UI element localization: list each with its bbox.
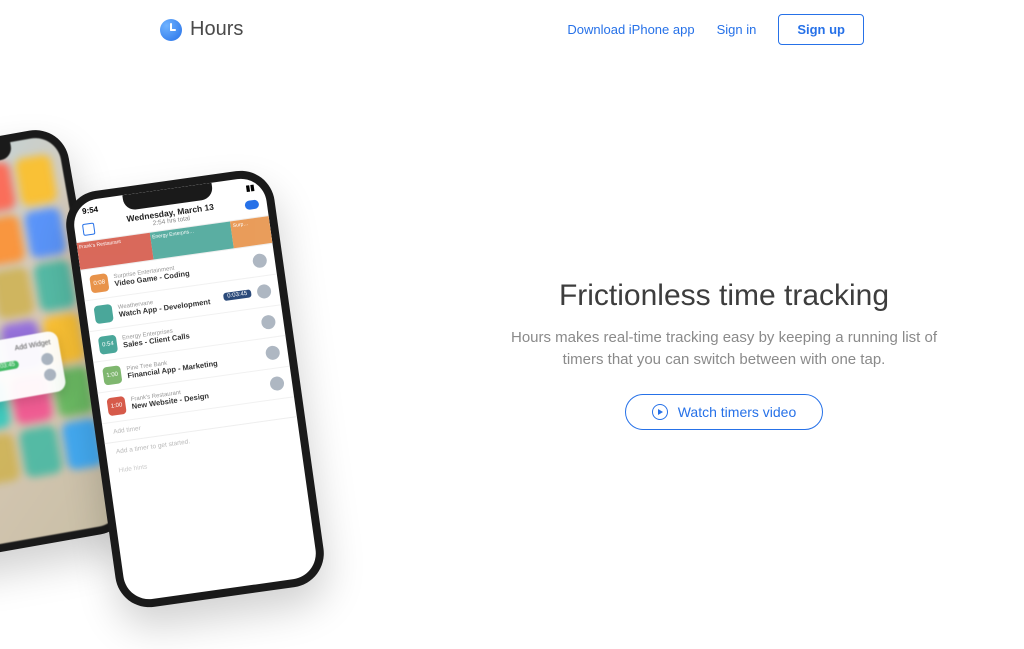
hero-copy: Frictionless time tracking Hours makes r… xyxy=(504,279,944,430)
hours-clock-icon xyxy=(160,19,182,41)
calendar-icon xyxy=(82,222,96,236)
play-icon xyxy=(652,404,668,420)
brand-name: Hours xyxy=(190,18,243,41)
hero-section: HOURS Add Widget gy Enterprises - Sales … xyxy=(0,59,1024,589)
download-app-link[interactable]: Download iPhone app xyxy=(567,22,694,37)
status-icons: ▮▮ xyxy=(245,183,255,193)
play-icon xyxy=(43,368,57,382)
watch-video-button[interactable]: Watch timers video xyxy=(625,394,824,430)
duration-chip: 1:00 xyxy=(106,396,126,416)
play-icon xyxy=(269,376,285,392)
active-badge: 0:03:45 xyxy=(223,289,252,301)
play-icon xyxy=(261,314,277,330)
top-nav: Download iPhone app Sign in Sign up xyxy=(567,14,864,45)
hero-heading: Frictionless time tracking xyxy=(504,279,944,313)
brand-logo[interactable]: Hours xyxy=(160,18,243,41)
hero-subtext: Hours makes real-time tracking easy by k… xyxy=(504,327,944,372)
status-time: 9:54 xyxy=(82,205,99,216)
play-icon xyxy=(256,284,272,300)
phone-front: 9:54 ▮▮ Wednesday, March 13 2:54 hrs tot… xyxy=(62,166,328,611)
sign-in-link[interactable]: Sign in xyxy=(717,22,757,37)
duration-chip: 0:08 xyxy=(89,273,109,293)
play-icon xyxy=(252,253,268,269)
duration-chip: 0:54 xyxy=(98,335,118,355)
phone-mockups: HOURS Add Widget gy Enterprises - Sales … xyxy=(0,129,380,649)
timer-info: WeathervaneWatch App - Development xyxy=(117,291,218,320)
duration-chip xyxy=(94,304,114,324)
play-icon xyxy=(265,345,281,361)
site-header: Hours Download iPhone app Sign in Sign u… xyxy=(0,0,1024,59)
sign-up-button[interactable]: Sign up xyxy=(778,14,864,45)
play-icon xyxy=(40,352,54,366)
watch-video-label: Watch timers video xyxy=(678,404,797,420)
duration-chip: 1:00 xyxy=(102,365,122,385)
